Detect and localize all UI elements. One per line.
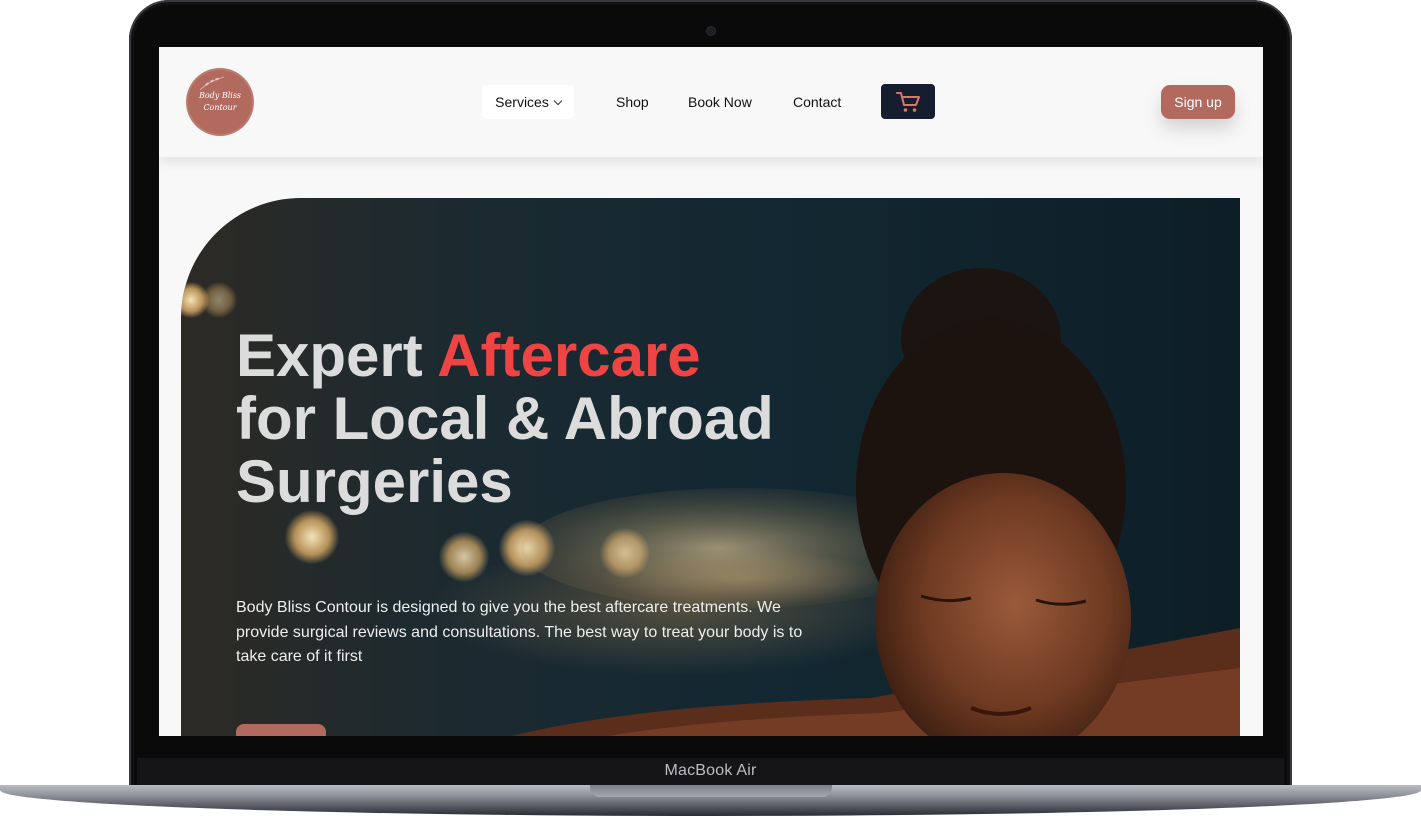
hero-title-line3: Surgeries — [236, 448, 513, 515]
leaf-sprig-icon — [199, 76, 225, 91]
nav-link-shop[interactable]: Shop — [616, 94, 649, 110]
hero-title-accent: Aftercare — [437, 322, 701, 389]
signup-button[interactable]: Sign up — [1161, 85, 1235, 119]
hero-title-line2: for Local & Abroad — [236, 385, 774, 452]
cart-button[interactable] — [881, 84, 935, 119]
nav-services-dropdown[interactable]: Services — [482, 85, 574, 119]
browser-viewport: Body Bliss Contour Services Shop Book No… — [159, 47, 1263, 736]
laptop-hinge-notch — [590, 785, 832, 797]
device-model-label: MacBook Air — [664, 762, 757, 779]
logo-text-line2: Contour — [203, 103, 237, 112]
nav-link-contact[interactable]: Contact — [793, 94, 841, 110]
webcam-icon — [707, 27, 715, 35]
nav-link-book-now[interactable]: Book Now — [688, 94, 752, 110]
chevron-down-icon — [553, 96, 563, 105]
hero-description: Body Bliss Contour is designed to give y… — [236, 599, 803, 665]
brand-logo[interactable]: Body Bliss Contour — [186, 68, 254, 136]
nav-services-label: Services — [495, 94, 549, 110]
hero-title-part1: Expert — [236, 322, 438, 389]
hero-title: Expert Aftercare for Local & Abroad Surg… — [236, 324, 774, 513]
site-header: Body Bliss Contour Services Shop Book No… — [159, 47, 1263, 157]
shopping-cart-icon — [896, 91, 920, 112]
hero-banner: Expert Aftercare for Local & Abroad Surg… — [181, 198, 1240, 736]
hero-cta-button[interactable] — [236, 724, 326, 736]
